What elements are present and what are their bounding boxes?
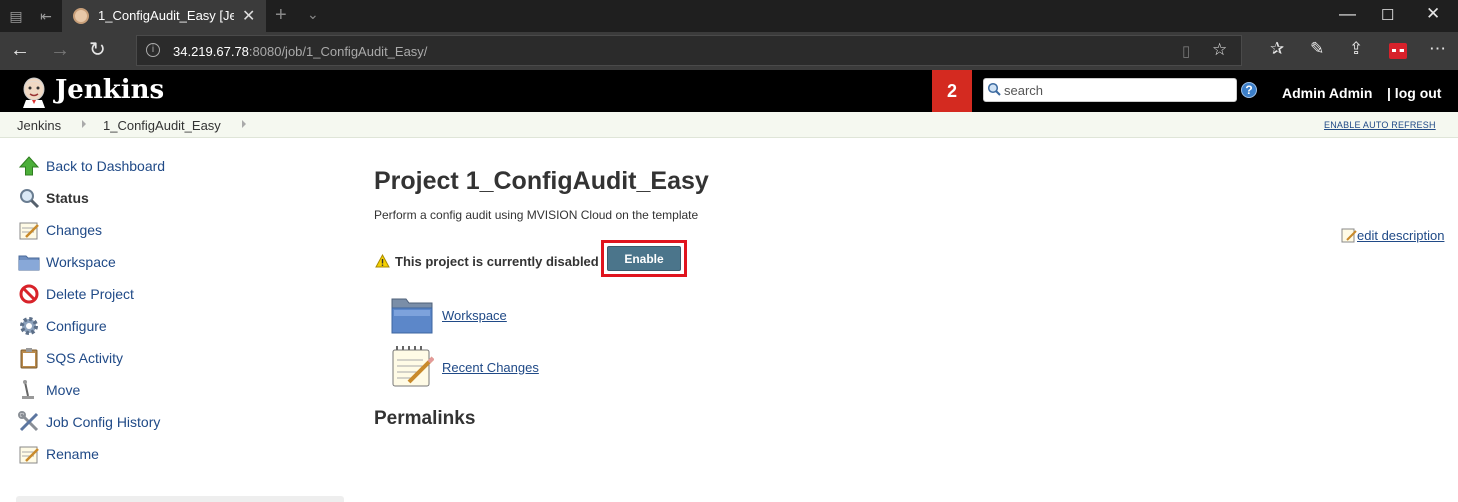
search-input[interactable] [1004,81,1232,99]
sidebar-item-job-config-history[interactable]: Job Config History [18,410,160,434]
help-icon[interactable]: ? [1241,82,1257,98]
breadcrumb-separator-icon[interactable] [82,120,86,128]
move-icon [22,380,34,399]
tab-preview-chevron-icon[interactable]: ⌄ [307,6,319,23]
enable-button[interactable]: Enable [607,246,681,271]
enable-highlight-frame: Enable [601,240,687,277]
reading-view-icon[interactable]: ▯ [1182,42,1190,60]
sidebar-item-sqs-activity[interactable]: SQS Activity [18,346,123,370]
disabled-message: This project is currently disabled [395,253,599,269]
folder-icon [391,298,433,334]
sidebar-item-label: Job Config History [46,414,161,430]
maximize-icon[interactable]: ☐ [1381,6,1394,24]
gear-icon [20,317,38,335]
more-menu-icon[interactable]: ⋯ [1429,39,1446,59]
sidebar-item-configure[interactable]: Configure [18,314,107,338]
sidebar-item-label: SQS Activity [46,350,124,366]
sidebar-item-workspace[interactable]: Workspace [18,250,116,274]
no-entry-icon [19,284,39,304]
edit-description-label[interactable]: edit description [1357,228,1444,243]
recent-changes-link[interactable]: Recent Changes [442,360,539,375]
notification-badge[interactable]: 2 [932,70,972,112]
sidebar-item-label: Delete Project [46,286,134,302]
sidebar-item-label: Workspace [46,254,116,270]
sidebar-item-delete-project[interactable]: Delete Project [18,282,134,306]
workspace-link[interactable]: Workspace [442,308,507,323]
tab-actions-icon[interactable]: ▤ [8,8,24,24]
sidebar-item-label: Changes [46,222,103,238]
jenkins-brand[interactable]: Jenkins [55,75,164,105]
page-title: Project 1_ConfigAudit_Easy [374,167,709,195]
sidebar-item-label: Rename [46,446,99,462]
back-icon[interactable]: ← [10,39,30,61]
notepad-icon [1341,228,1357,243]
site-info-icon[interactable]: i [146,43,160,57]
sidebar-item-back-to-dashboard[interactable]: Back to Dashboard [18,154,165,178]
jenkins-header: Jenkins 2 ? Admin Admin | log out [0,70,1458,112]
disabled-warning: This project is currently disabled [375,251,599,271]
enable-auto-refresh-link[interactable]: ENABLE AUTO REFRESH [1324,120,1436,130]
browser-tab-bar: ▤ ⇤ 1_ConfigAudit_Easy [Jer ✕ + ⌄ — ☐ ✕ [0,0,1458,32]
address-url[interactable]: 34.219.67.78:8080/job/1_ConfigAudit_Easy… [173,44,427,59]
share-icon[interactable]: ⇪ [1349,39,1363,59]
breadcrumb-jenkins[interactable]: Jenkins [17,118,61,133]
warning-icon [375,254,390,268]
notepad-icon [19,222,39,240]
favorites-list-icon[interactable]: ✰ [1270,39,1284,59]
address-bar[interactable]: i 34.219.67.78:8080/job/1_ConfigAudit_Ea… [136,35,1242,66]
sidebar-item-label: Back to Dashboard [46,158,166,174]
clipboard-icon [20,348,38,369]
workspace-link-row[interactable]: Workspace [391,296,507,334]
new-tab-icon[interactable]: + [275,4,287,27]
sidebar-item-status[interactable]: Status [18,186,89,210]
sidebar-item-label: Move [46,382,81,398]
tab-title: 1_ConfigAudit_Easy [Jer [98,8,234,23]
logout-link[interactable]: | log out [1387,85,1441,101]
favorite-star-icon[interactable]: ☆ [1212,40,1227,60]
up-arrow-icon [18,156,40,176]
notepad-icon [19,446,39,464]
jenkins-butler-logo-icon[interactable] [18,76,50,108]
refresh-icon[interactable]: ↻ [89,39,106,61]
breadcrumb: Jenkins 1_ConfigAudit_Easy ENABLE AUTO R… [0,112,1458,138]
minimize-icon[interactable]: — [1339,4,1356,24]
breadcrumb-separator-icon[interactable] [242,120,246,128]
search-box [983,78,1237,102]
tab-close-icon[interactable]: ✕ [242,6,255,26]
side-panel-widget [16,496,344,502]
sidebar-item-move[interactable]: Move [18,378,80,402]
sidebar-item-changes[interactable]: Changes [18,218,102,242]
folder-icon [18,255,40,271]
sidebar-item-rename[interactable]: Rename [18,442,99,466]
jenkins-favicon-icon [73,8,89,24]
window-close-icon[interactable]: ✕ [1426,4,1440,24]
browser-tab[interactable]: 1_ConfigAudit_Easy [Jer ✕ [62,0,266,32]
project-description: Perform a config audit using MVISION Clo… [374,208,699,222]
forward-icon[interactable]: → [50,39,70,61]
search-icon [987,82,1001,96]
breadcrumb-project[interactable]: 1_ConfigAudit_Easy [103,118,221,133]
sidebar-item-label: Configure [46,318,107,334]
extension-icon[interactable] [1389,43,1407,59]
web-note-icon[interactable]: ✎ [1310,39,1324,59]
magnifier-icon [20,189,40,209]
set-tabs-aside-icon[interactable]: ⇤ [38,8,54,24]
permalinks-heading: Permalinks [374,408,476,429]
browser-nav-bar: ← → ↻ i 34.219.67.78:8080/job/1_ConfigAu… [0,32,1458,70]
notepad-icon [392,346,434,387]
sidebar-item-label: Status [46,190,89,206]
tools-icon [18,411,39,432]
user-link[interactable]: Admin Admin [1282,85,1372,101]
edit-description-link[interactable]: edit description [1341,227,1444,243]
recent-changes-link-row[interactable]: Recent Changes [391,346,539,388]
